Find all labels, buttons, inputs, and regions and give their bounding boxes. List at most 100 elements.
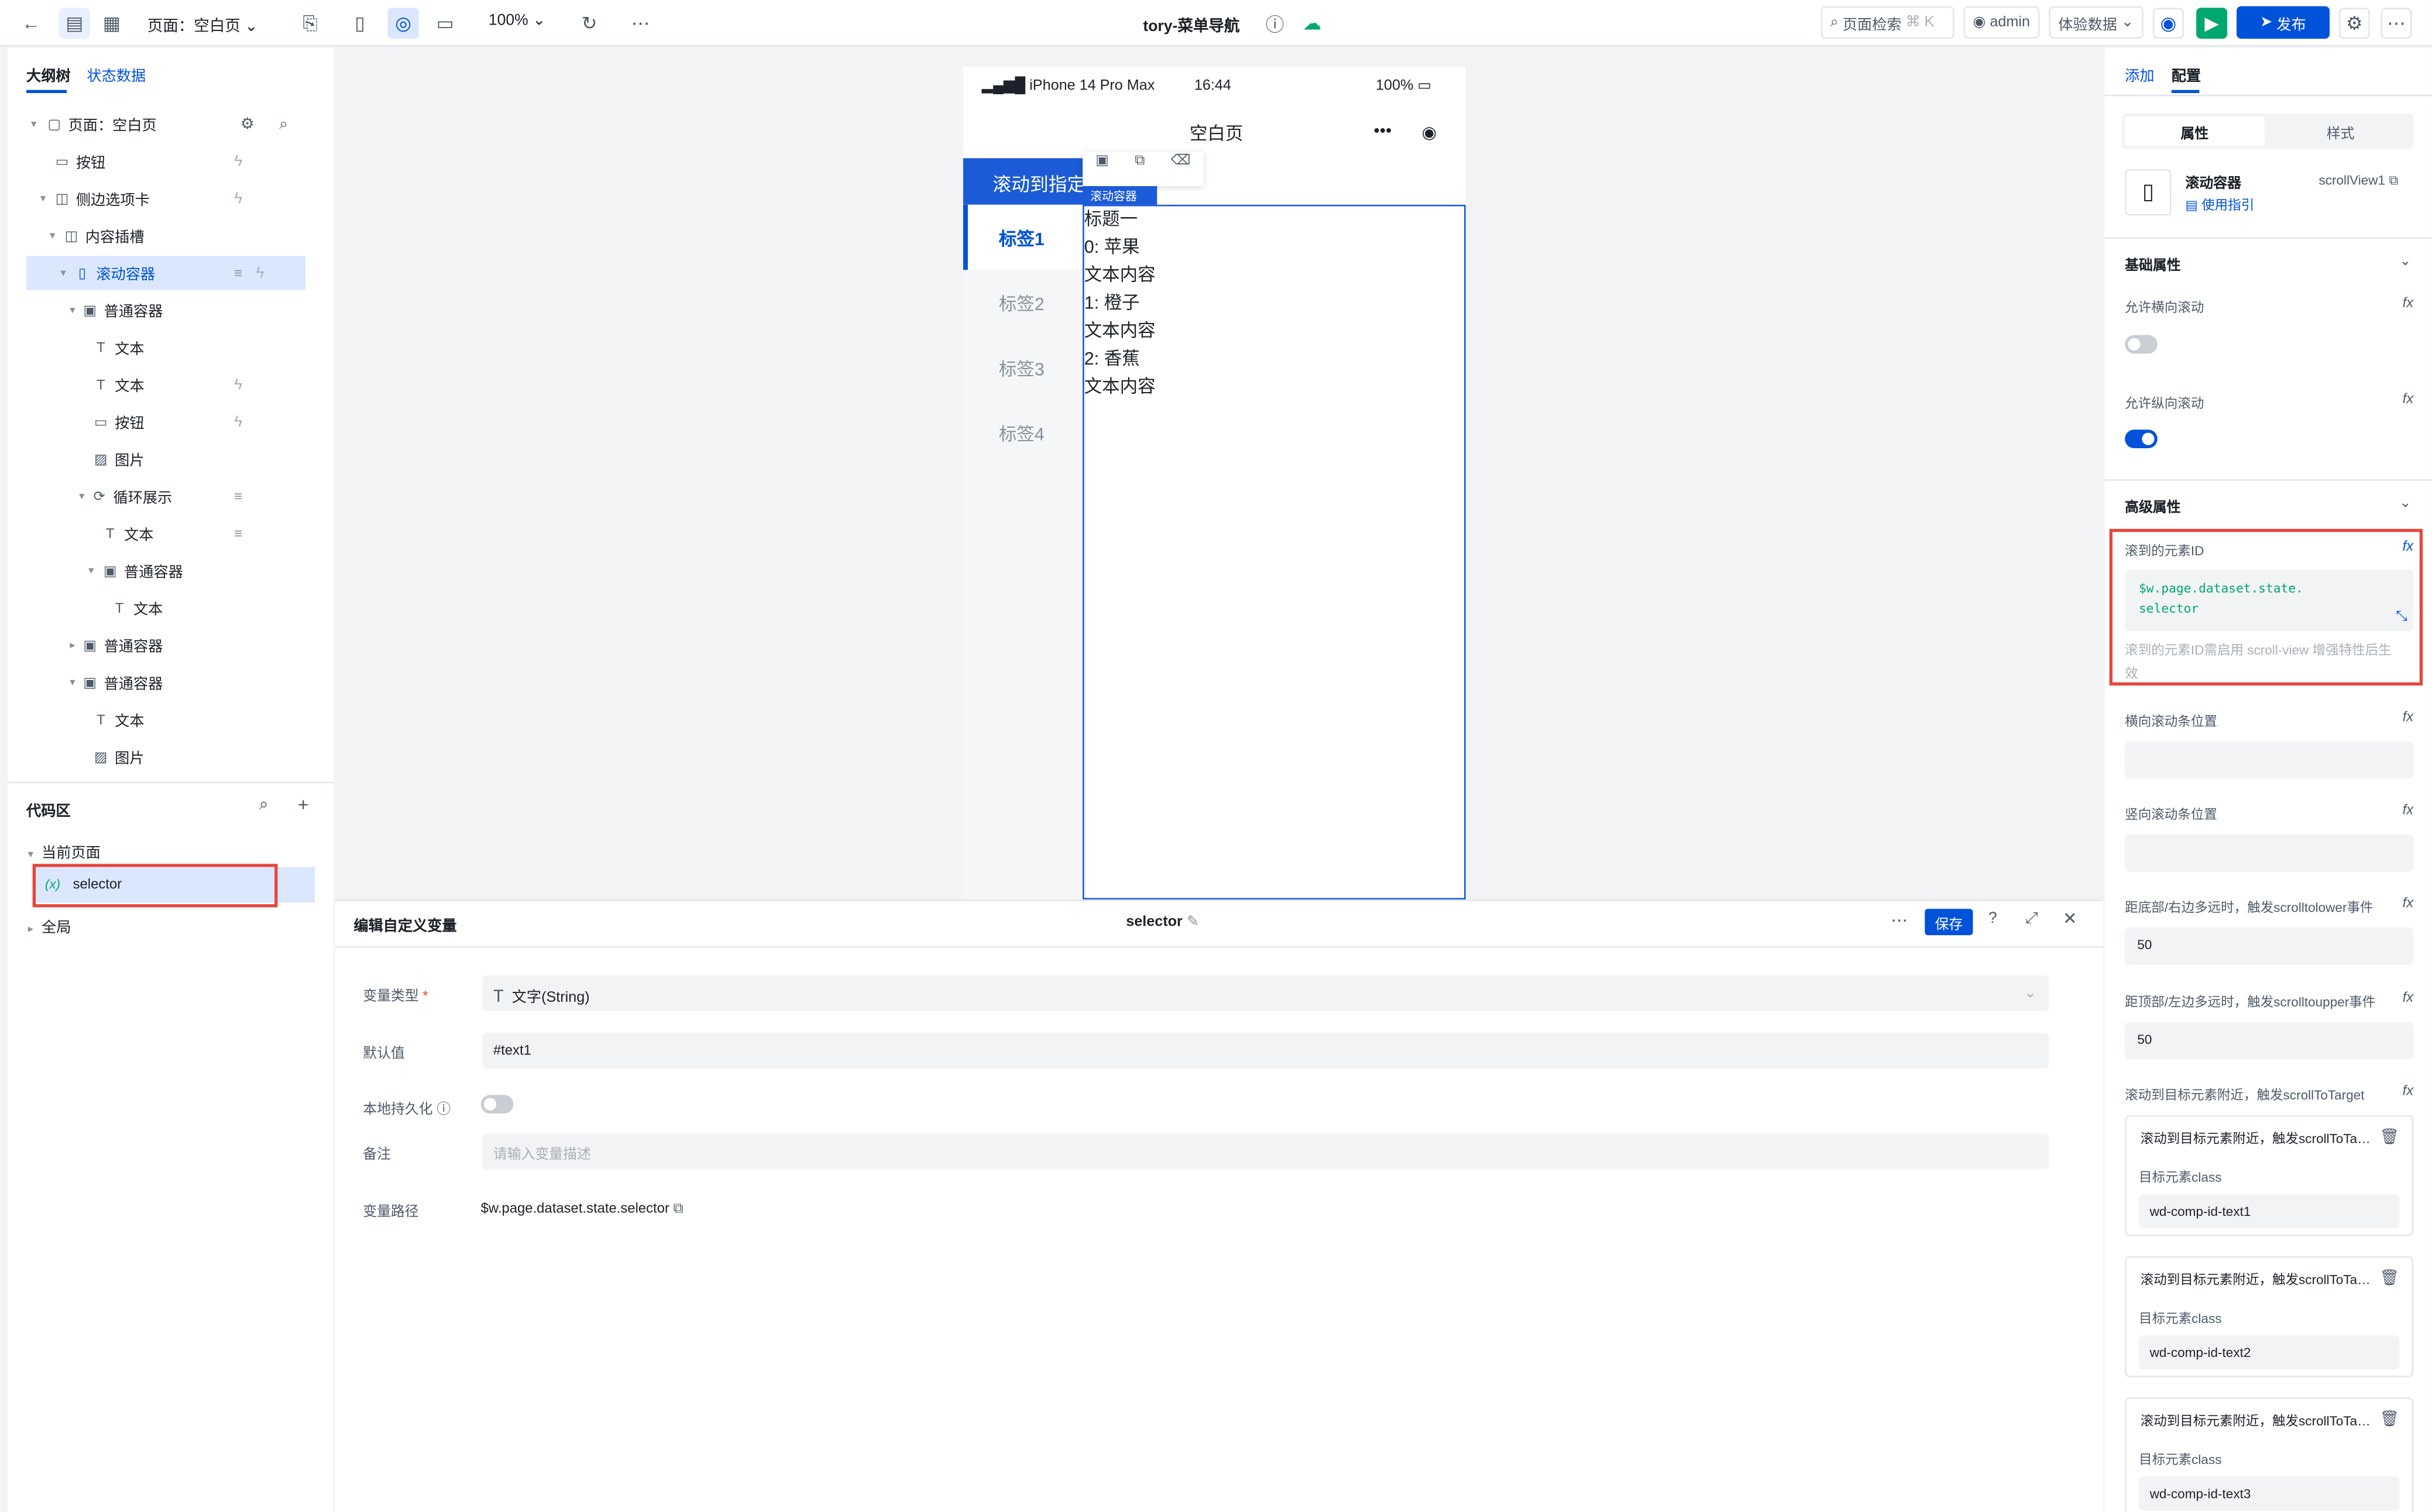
capsule-menu[interactable]: ••• ◉	[1358, 115, 1452, 149]
subtab-styles[interactable]: 样式	[2270, 116, 2410, 146]
search-icon[interactable]: ⌕	[279, 115, 288, 132]
horizontal-position-input[interactable]	[2125, 741, 2414, 779]
tab-outline-tree[interactable]: 大纲树	[26, 64, 71, 85]
tree-item-scroll-container[interactable]: ▾ ▯ 滚动容器 ≡ ϟ	[26, 256, 306, 290]
layout-view-icon[interactable]: ▦	[96, 8, 127, 39]
back-arrow-icon[interactable]: ←	[16, 8, 47, 39]
trash-icon[interactable]: 🗑	[2380, 1411, 2400, 1428]
basic-section-title[interactable]: 基础属性	[2125, 255, 2180, 274]
mobile-view-icon[interactable]: ▯	[344, 8, 375, 39]
chevron-down-icon[interactable]: ⌄	[2399, 253, 2411, 270]
subtab-properties[interactable]: 属性	[2125, 116, 2265, 146]
target-class-input[interactable]: wd-comp-id-text2	[2139, 1335, 2400, 1370]
formula-fx-icon[interactable]: fx	[2403, 295, 2414, 311]
info-icon[interactable]: ⓘ	[1259, 8, 1290, 39]
vertical-position-input[interactable]	[2125, 834, 2414, 872]
close-icon[interactable]: ✕	[2063, 909, 2077, 929]
upper-threshold-input[interactable]: 50	[2125, 1022, 2414, 1060]
tab-add[interactable]: 添加	[2125, 64, 2154, 85]
settings-gear-icon[interactable]: ⚙	[2338, 8, 2370, 39]
run-play-icon[interactable]: ▶	[2196, 8, 2228, 39]
more-icon[interactable]: ⋯	[625, 8, 656, 39]
tree-item-text[interactable]: T 文本	[8, 331, 334, 365]
formula-fx-icon[interactable]: fx	[2403, 391, 2414, 407]
experience-data-button[interactable]: 体验数据 ⌄	[2049, 6, 2144, 39]
event-bolt-icon: ϟ	[234, 190, 243, 207]
tree-item-side-tabs[interactable]: ▾ ◫ 侧边选项卡 ϟ	[8, 181, 334, 215]
note-input[interactable]: 请输入变量描述	[482, 1133, 2049, 1170]
allow-vertical-toggle[interactable]	[2125, 429, 2158, 448]
more-menu-icon[interactable]: ⋯	[2381, 8, 2412, 39]
tree-item-text[interactable]: T 文本 ϟ	[8, 367, 334, 401]
page-search-button[interactable]: ⌕ 页面检索 ⌘ K	[1820, 6, 1954, 39]
tab-3[interactable]: 标签3	[999, 357, 1045, 382]
tree-item-text[interactable]: T 文本 ≡	[8, 517, 334, 551]
copy-icon[interactable]: ⧉	[1135, 152, 1145, 186]
save-button[interactable]: 保存	[1925, 909, 1973, 936]
formula-fx-icon[interactable]: fx	[2403, 802, 2414, 817]
tab-1[interactable]: 标签1	[999, 226, 1045, 251]
trash-icon[interactable]: 🗑	[2380, 1270, 2400, 1287]
edit-pencil-icon[interactable]: ✎	[1187, 913, 1199, 930]
tree-item-container[interactable]: ▸ ▣ 普通容器	[8, 628, 334, 662]
lower-threshold-input[interactable]: 50	[2125, 927, 2414, 965]
scroll-icon: ▯	[78, 265, 87, 281]
publish-button[interactable]: ➤ 发布	[2237, 6, 2330, 39]
help-icon[interactable]: ?	[1988, 910, 1997, 927]
tree-item-image[interactable]: ▨ 图片	[8, 442, 334, 476]
more-dots-icon[interactable]: •••	[1374, 122, 1392, 141]
current-page-group[interactable]: ▾ 当前页面	[28, 841, 101, 862]
chevron-down-icon[interactable]: ⌄	[2399, 495, 2411, 512]
desktop-view-icon[interactable]: ▭	[430, 8, 461, 39]
default-value-input[interactable]: #text1	[482, 1033, 2049, 1069]
tree-item-page[interactable]: ▾ ▢ 页面：空白页 ⚙ ⌕	[8, 107, 334, 141]
tree-item-text[interactable]: T 文本	[8, 703, 334, 737]
target-class-input[interactable]: wd-comp-id-text3	[2139, 1476, 2400, 1511]
usage-guide-link[interactable]: ▤ 使用指引	[2186, 195, 2255, 214]
outline-view-icon[interactable]: ▤	[59, 8, 90, 39]
delete-icon[interactable]: ⌫	[1171, 152, 1191, 186]
allow-horizontal-toggle[interactable]	[2125, 335, 2158, 354]
trash-icon[interactable]: 🗑	[2380, 1129, 2400, 1146]
advanced-section-title[interactable]: 高级属性	[2125, 496, 2180, 516]
expand-icon[interactable]: ⤢	[2026, 910, 2038, 927]
close-circle-icon[interactable]: ◉	[1422, 122, 1437, 142]
formula-fx-icon[interactable]: fx	[2403, 1083, 2414, 1098]
tab-config[interactable]: 配置	[2172, 64, 2201, 85]
tree-item-image[interactable]: ▨ 图片	[8, 740, 334, 774]
formula-fx-icon[interactable]: fx	[2403, 895, 2414, 910]
tab-state-data[interactable]: 状态数据	[87, 64, 146, 85]
formula-fx-icon[interactable]: fx	[2403, 989, 2414, 1005]
tree-item-button[interactable]: ▭ 按钮 ϟ	[8, 405, 334, 439]
copy-icon[interactable]: ⧉	[674, 1200, 683, 1216]
scroll-container-selected[interactable]: 标题一 0: 苹果 文本内容 1: 橙子 文本内容 2: 香蕉 文本内容	[1083, 204, 1466, 900]
tree-item-button[interactable]: ▭ 按钮 ϟ	[8, 144, 334, 178]
gear-icon[interactable]: ⚙	[241, 115, 255, 132]
type-select[interactable]: T 文字(String) ⌄	[482, 975, 2049, 1012]
tree-item-text[interactable]: T 文本	[8, 591, 334, 625]
more-icon[interactable]: ⋯	[1891, 910, 1908, 930]
add-icon[interactable]: +	[298, 794, 309, 816]
zoom-select[interactable]: 100% ⌄	[489, 12, 545, 29]
tab-2[interactable]: 标签2	[999, 291, 1045, 316]
search-icon[interactable]: ⌕	[259, 796, 269, 816]
persist-toggle[interactable]	[480, 1095, 514, 1114]
tree-item-container[interactable]: ▾ ▣ 普通容器	[8, 554, 334, 587]
user-button[interactable]: ◉ admin	[1963, 6, 2040, 39]
target-class-input[interactable]: wd-comp-id-text1	[2139, 1194, 2400, 1229]
new-page-icon[interactable]: ⎘	[295, 8, 326, 39]
tab-4[interactable]: 标签4	[999, 422, 1045, 446]
tree-item-container[interactable]: ▾ ▣ 普通容器	[8, 665, 334, 699]
copy-icon[interactable]: ⧉	[2389, 172, 2398, 188]
tree-item-content-slot[interactable]: ▾ ◫ 内容插槽	[8, 219, 334, 253]
formula-fx-icon[interactable]: fx	[2403, 709, 2414, 724]
page-selector[interactable]: 页面：空白页 ⌄	[147, 12, 258, 36]
scroll-to-button[interactable]: 滚动到指定	[963, 158, 1094, 205]
miniprogram-view-icon[interactable]: ◎	[387, 8, 419, 39]
select-parent-icon[interactable]: ▣	[1095, 152, 1109, 186]
tree-item-loop[interactable]: ▾ ⟳ 循环展示 ≡	[8, 479, 334, 513]
refresh-icon[interactable]: ↻	[574, 8, 605, 39]
tree-item-container[interactable]: ▾ ▣ 普通容器	[8, 293, 334, 327]
global-group[interactable]: ▸ 全局	[28, 915, 71, 937]
preview-eye-icon[interactable]: ◉	[2152, 8, 2184, 39]
